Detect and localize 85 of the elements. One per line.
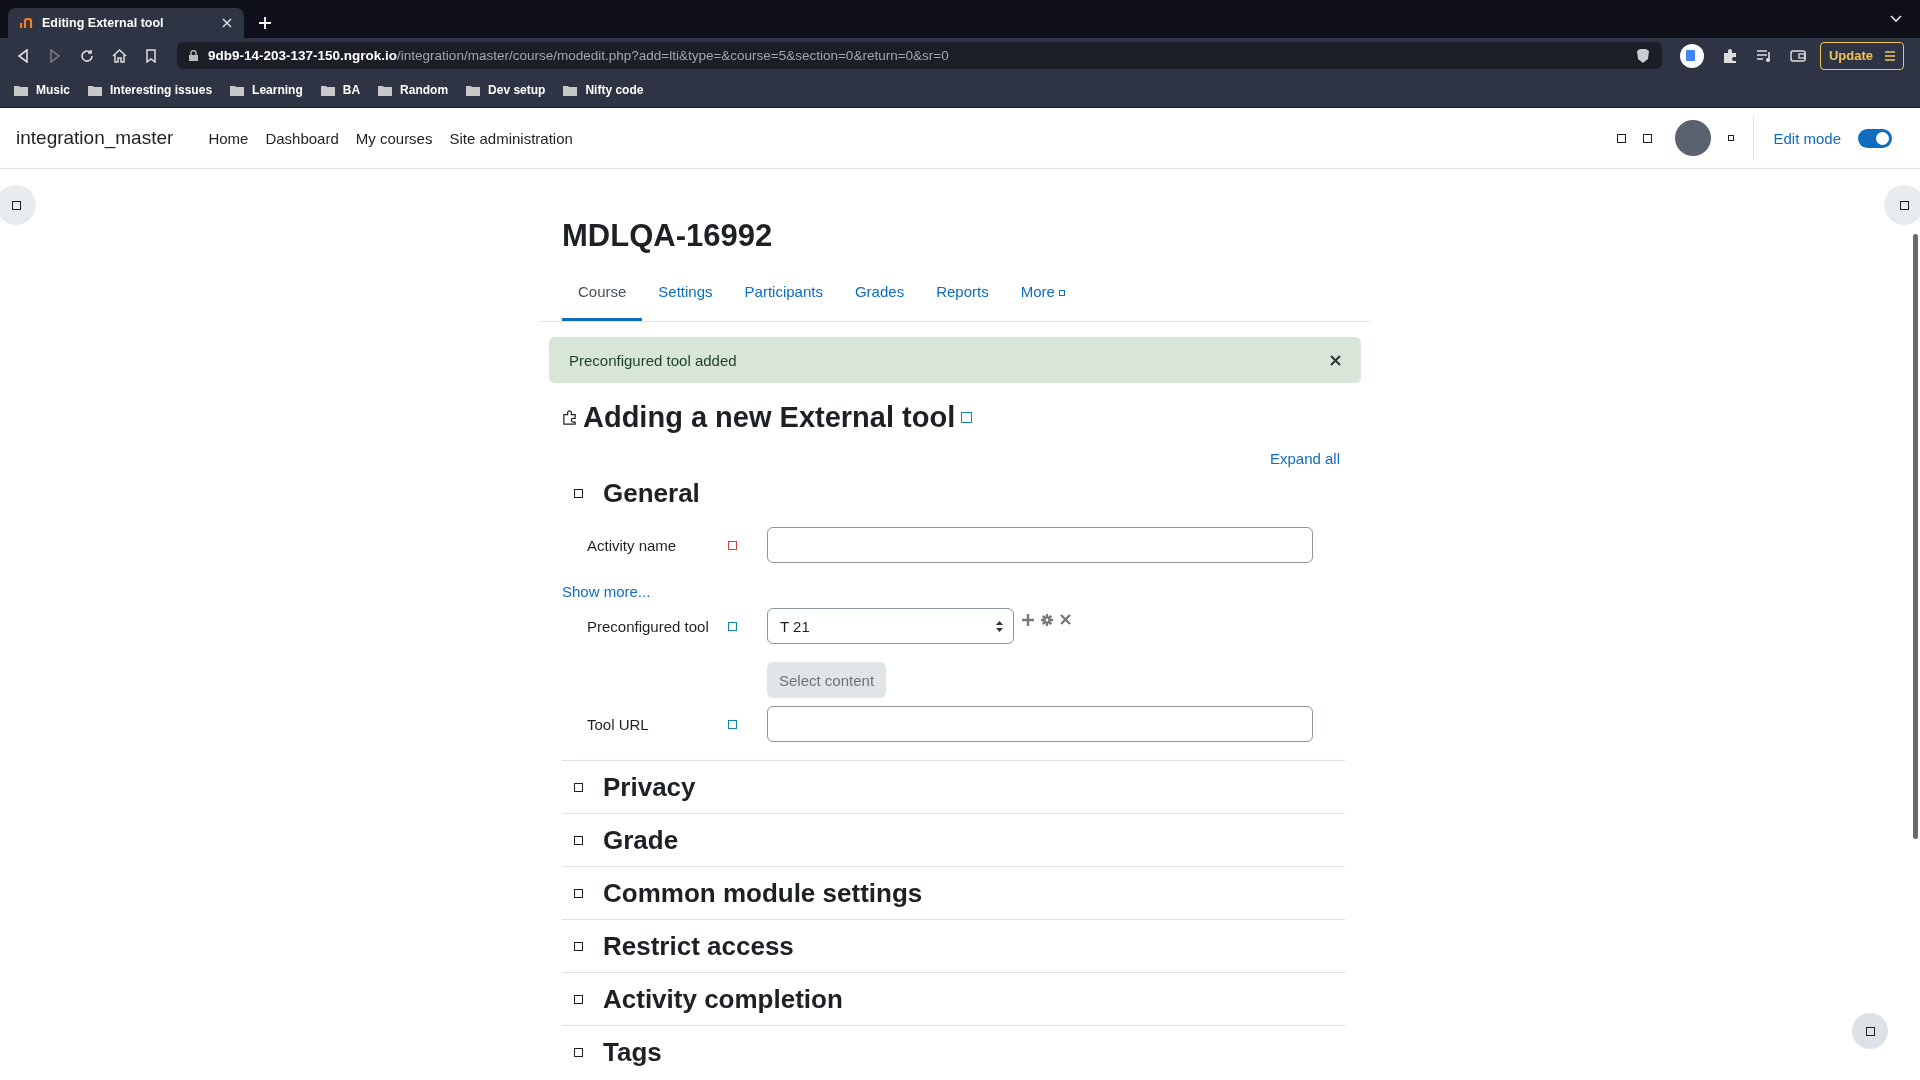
- edit-mode-toggle[interactable]: [1858, 128, 1892, 148]
- square-icon[interactable]: [574, 1047, 583, 1057]
- expand-all-link[interactable]: Expand all: [1269, 450, 1340, 467]
- edit-mode-label: Edit mode: [1773, 129, 1841, 147]
- course-tab[interactable]: Reports: [920, 270, 1005, 321]
- field-label: Preconfigured tool: [586, 617, 710, 635]
- update-button[interactable]: Update: [1819, 41, 1904, 70]
- square-icon[interactable]: [574, 941, 583, 951]
- address-bar[interactable]: 9db9-14-203-137-150.ngrok.io/integration/master/course/modedit.php?add=lti&type=&course=5&section=0&return=0&sr=0: [177, 42, 1662, 69]
- show-more-link[interactable]: Show more...: [562, 583, 1345, 600]
- page-heading: Adding a new External tool: [583, 401, 956, 434]
- home-icon[interactable]: [112, 48, 127, 63]
- gear-icon[interactable]: [1041, 614, 1053, 626]
- section-heading[interactable]: Grade: [603, 824, 679, 856]
- square-icon[interactable]: [1728, 135, 1735, 141]
- nav-link[interactable]: Dashboard: [265, 129, 339, 147]
- drawer-toggle-button[interactable]: [1884, 185, 1920, 225]
- field-label: Tool URL: [586, 715, 650, 733]
- square-icon[interactable]: [1643, 133, 1653, 143]
- lock-icon: [189, 50, 198, 61]
- puzzle-icon: [562, 410, 577, 425]
- chevron-down-icon[interactable]: [1890, 15, 1902, 23]
- section-heading[interactable]: Common module settings: [603, 877, 923, 909]
- course-tab[interactable]: Grades: [838, 270, 921, 321]
- square-icon[interactable]: [574, 782, 583, 792]
- course-title: MDLQA-16992: [562, 218, 774, 254]
- section-heading[interactable]: Privacy: [603, 771, 696, 803]
- browser-tab[interactable]: Editing External tool: [8, 8, 244, 38]
- activity-name-field[interactable]: [767, 527, 1313, 563]
- section-heading[interactable]: Restrict access: [603, 930, 794, 962]
- bookmark-folder[interactable]: Nifty code: [563, 83, 644, 97]
- folder-icon: [563, 84, 578, 96]
- section-heading[interactable]: General: [603, 477, 700, 509]
- square-icon[interactable]: [574, 994, 583, 1004]
- bookmark-folder[interactable]: Random: [378, 83, 449, 97]
- folder-icon: [378, 84, 393, 96]
- folder-icon: [320, 84, 335, 96]
- square-icon[interactable]: [574, 488, 583, 498]
- tool-url-field[interactable]: [767, 706, 1313, 742]
- square-icon[interactable]: [574, 888, 583, 898]
- square-icon[interactable]: [574, 835, 583, 845]
- close-icon[interactable]: [1330, 354, 1341, 366]
- bookmark-folder[interactable]: Dev setup: [466, 83, 546, 97]
- folder-icon: [230, 84, 245, 96]
- help-icon[interactable]: [728, 621, 737, 631]
- nav-link[interactable]: Site administration: [449, 129, 573, 147]
- section-heading[interactable]: Activity completion: [603, 983, 843, 1015]
- wallet-icon[interactable]: [1789, 48, 1806, 63]
- preconfigured-tool-select[interactable]: T 21: [767, 608, 1014, 644]
- scrollbar[interactable]: [1913, 234, 1918, 839]
- site-name[interactable]: integration_master: [16, 127, 174, 149]
- delete-icon[interactable]: [1060, 614, 1071, 625]
- help-button[interactable]: [1852, 1013, 1888, 1049]
- bookmark-icon[interactable]: [145, 48, 157, 63]
- bookmark-folder[interactable]: Music: [14, 83, 70, 97]
- help-icon[interactable]: [961, 412, 973, 423]
- drawer-toggle-button[interactable]: [0, 185, 36, 225]
- bookmark-folder[interactable]: Learning: [230, 83, 303, 97]
- course-tab[interactable]: More: [1004, 270, 1081, 321]
- forward-icon[interactable]: [48, 48, 62, 63]
- help-icon[interactable]: [728, 719, 737, 729]
- section-heading[interactable]: Tags: [603, 1036, 662, 1068]
- nav-link[interactable]: Home: [208, 129, 249, 147]
- m-logo-icon: [20, 18, 34, 28]
- folder-icon: [466, 84, 481, 96]
- bookmark-folder[interactable]: BA: [320, 83, 361, 97]
- folder-icon: [14, 84, 28, 96]
- alert-message: Preconfigured tool added: [569, 351, 737, 369]
- menu-icon: [1885, 50, 1895, 61]
- avatar[interactable]: [1675, 120, 1712, 156]
- back-icon[interactable]: [16, 48, 30, 63]
- reload-icon[interactable]: [80, 48, 94, 63]
- folder-icon: [88, 84, 102, 96]
- field-label: Activity name: [586, 536, 678, 554]
- square-icon[interactable]: [1617, 133, 1627, 143]
- puzzle-icon[interactable]: [1721, 47, 1738, 64]
- bookmark-folder[interactable]: Interesting issues: [88, 83, 213, 97]
- url-text: 9db9-14-203-137-150.ngrok.io/integration/master/course/modedit.php?add=lti&type=&course=5&section=0&return=0&sr=0: [208, 48, 949, 63]
- nav-link[interactable]: My courses: [355, 129, 433, 147]
- up-down-arrows-icon: [996, 620, 1003, 632]
- course-tab[interactable]: Participants: [728, 270, 839, 321]
- tab-title: Editing External tool: [42, 16, 165, 30]
- playlist-icon[interactable]: [1755, 48, 1772, 63]
- course-tab[interactable]: Settings: [642, 270, 729, 321]
- course-tab[interactable]: Course: [562, 270, 643, 321]
